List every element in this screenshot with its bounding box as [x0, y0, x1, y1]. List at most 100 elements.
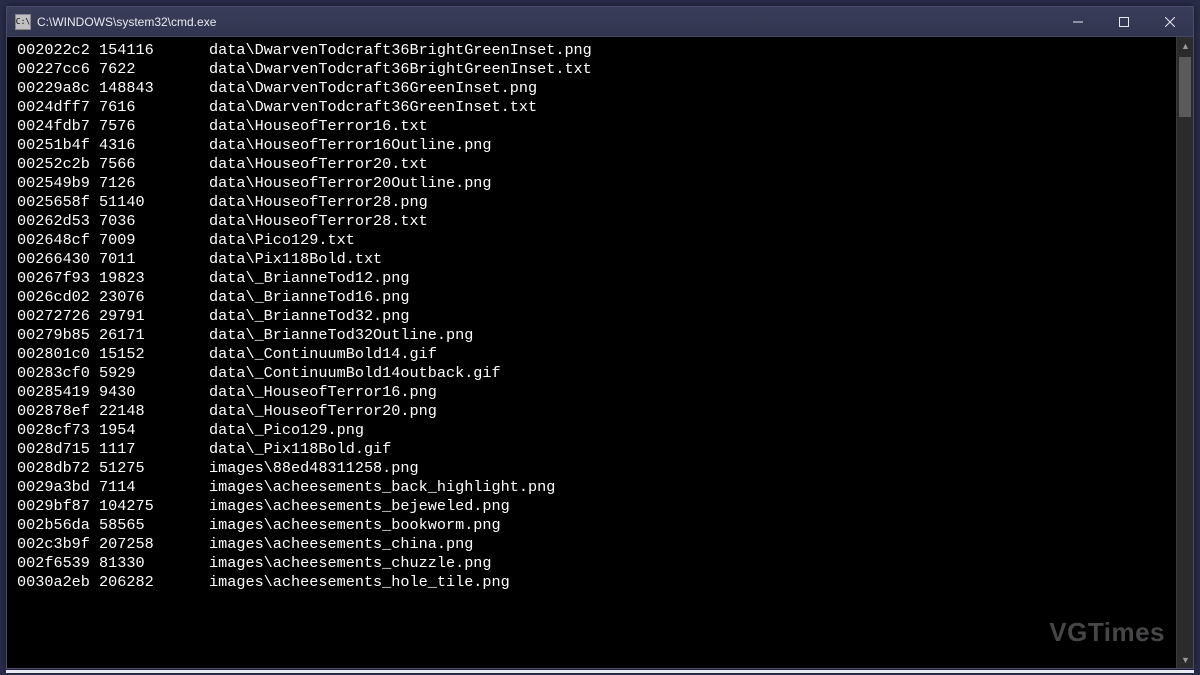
output-row: 002f653981330images\acheesements_chuzzle… [17, 554, 1176, 573]
size-value: 51275 [99, 459, 209, 478]
vertical-scrollbar[interactable]: ▲ ▼ [1176, 37, 1193, 668]
offset-value: 00252c2b [17, 155, 99, 174]
client-area: 002022c2154116data\DwarvenTodcraft36Brig… [7, 37, 1193, 668]
offset-value: 0029bf87 [17, 497, 99, 516]
offset-value: 0028cf73 [17, 421, 99, 440]
path-value: data\HouseofTerror20.txt [209, 155, 1176, 174]
path-value: data\_BrianneTod12.png [209, 269, 1176, 288]
output-row: 00283cf05929data\_ContinuumBold14outback… [17, 364, 1176, 383]
path-value: data\DwarvenTodcraft36GreenInset.png [209, 79, 1176, 98]
size-value: 4316 [99, 136, 209, 155]
cmd-window: C:\ C:\WINDOWS\system32\cmd.exe 002022c2… [6, 6, 1194, 669]
offset-value: 002878ef [17, 402, 99, 421]
size-value: 148843 [99, 79, 209, 98]
offset-value: 00251b4f [17, 136, 99, 155]
path-value: data\_ContinuumBold14.gif [209, 345, 1176, 364]
output-row: 0024fdb77576data\HouseofTerror16.txt [17, 117, 1176, 136]
close-icon [1165, 17, 1175, 27]
output-row: 002664307011data\Pix118Bold.txt [17, 250, 1176, 269]
output-row: 002b56da58565images\acheesements_bookwor… [17, 516, 1176, 535]
output-row: 00279b8526171data\_BrianneTod32Outline.p… [17, 326, 1176, 345]
size-value: 7576 [99, 117, 209, 136]
output-row: 00267f9319823data\_BrianneTod12.png [17, 269, 1176, 288]
path-value: data\_BrianneTod32Outline.png [209, 326, 1176, 345]
offset-value: 00279b85 [17, 326, 99, 345]
size-value: 1954 [99, 421, 209, 440]
size-value: 7036 [99, 212, 209, 231]
size-value: 7009 [99, 231, 209, 250]
size-value: 154116 [99, 41, 209, 60]
terminal-output[interactable]: 002022c2154116data\DwarvenTodcraft36Brig… [7, 37, 1176, 668]
size-value: 7126 [99, 174, 209, 193]
path-value: images\acheesements_chuzzle.png [209, 554, 1176, 573]
size-value: 51140 [99, 193, 209, 212]
output-row: 0028cf731954data\_Pico129.png [17, 421, 1176, 440]
output-row: 0029a3bd7114images\acheesements_back_hig… [17, 478, 1176, 497]
offset-value: 002c3b9f [17, 535, 99, 554]
offset-value: 00229a8c [17, 79, 99, 98]
size-value: 9430 [99, 383, 209, 402]
maximize-icon [1119, 17, 1129, 27]
size-value: 26171 [99, 326, 209, 345]
output-row: 00229a8c148843data\DwarvenTodcraft36Gree… [17, 79, 1176, 98]
window-title: C:\WINDOWS\system32\cmd.exe [37, 15, 216, 29]
window-bottom-edge [6, 670, 1194, 673]
output-row: 0030a2eb206282images\acheesements_hole_t… [17, 573, 1176, 592]
titlebar[interactable]: C:\ C:\WINDOWS\system32\cmd.exe [7, 7, 1193, 37]
size-value: 7011 [99, 250, 209, 269]
output-row: 002c3b9f207258images\acheesements_china.… [17, 535, 1176, 554]
path-value: data\HouseofTerror20Outline.png [209, 174, 1176, 193]
path-value: images\acheesements_bejeweled.png [209, 497, 1176, 516]
size-value: 5929 [99, 364, 209, 383]
minimize-button[interactable] [1055, 7, 1101, 37]
size-value: 104275 [99, 497, 209, 516]
size-value: 58565 [99, 516, 209, 535]
offset-value: 0030a2eb [17, 573, 99, 592]
scroll-up-arrow-icon[interactable]: ▲ [1177, 37, 1194, 54]
scroll-thumb[interactable] [1179, 57, 1191, 117]
offset-value: 00262d53 [17, 212, 99, 231]
size-value: 15152 [99, 345, 209, 364]
offset-value: 002648cf [17, 231, 99, 250]
offset-value: 0024dff7 [17, 98, 99, 117]
output-row: 00227cc67622data\DwarvenTodcraft36Bright… [17, 60, 1176, 79]
size-value: 7622 [99, 60, 209, 79]
offset-value: 002b56da [17, 516, 99, 535]
offset-value: 002801c0 [17, 345, 99, 364]
offset-value: 0028db72 [17, 459, 99, 478]
output-row: 0029bf87104275images\acheesements_bejewe… [17, 497, 1176, 516]
offset-value: 0028d715 [17, 440, 99, 459]
size-value: 23076 [99, 288, 209, 307]
output-row: 00252c2b7566data\HouseofTerror20.txt [17, 155, 1176, 174]
output-row: 00262d537036data\HouseofTerror28.txt [17, 212, 1176, 231]
output-row: 002022c2154116data\DwarvenTodcraft36Brig… [17, 41, 1176, 60]
size-value: 7114 [99, 478, 209, 497]
path-value: data\_Pix118Bold.gif [209, 440, 1176, 459]
close-button[interactable] [1147, 7, 1193, 37]
size-value: 7566 [99, 155, 209, 174]
offset-value: 00285419 [17, 383, 99, 402]
size-value: 81330 [99, 554, 209, 573]
cmd-icon: C:\ [15, 14, 31, 30]
path-value: data\HouseofTerror16Outline.png [209, 136, 1176, 155]
maximize-button[interactable] [1101, 7, 1147, 37]
scroll-down-arrow-icon[interactable]: ▼ [1177, 651, 1194, 668]
path-value: images\88ed48311258.png [209, 459, 1176, 478]
path-value: data\Pix118Bold.txt [209, 250, 1176, 269]
size-value: 19823 [99, 269, 209, 288]
size-value: 29791 [99, 307, 209, 326]
path-value: data\DwarvenTodcraft36GreenInset.txt [209, 98, 1176, 117]
path-value: images\acheesements_bookworm.png [209, 516, 1176, 535]
path-value: data\DwarvenTodcraft36BrightGreenInset.t… [209, 60, 1176, 79]
offset-value: 0025658f [17, 193, 99, 212]
output-row: 002801c015152data\_ContinuumBold14.gif [17, 345, 1176, 364]
path-value: data\_HouseofTerror16.png [209, 383, 1176, 402]
output-row: 0028d7151117data\_Pix118Bold.gif [17, 440, 1176, 459]
offset-value: 002f6539 [17, 554, 99, 573]
size-value: 206282 [99, 573, 209, 592]
path-value: data\HouseofTerror28.png [209, 193, 1176, 212]
size-value: 1117 [99, 440, 209, 459]
path-value: data\_Pico129.png [209, 421, 1176, 440]
offset-value: 002022c2 [17, 41, 99, 60]
path-value: data\HouseofTerror28.txt [209, 212, 1176, 231]
